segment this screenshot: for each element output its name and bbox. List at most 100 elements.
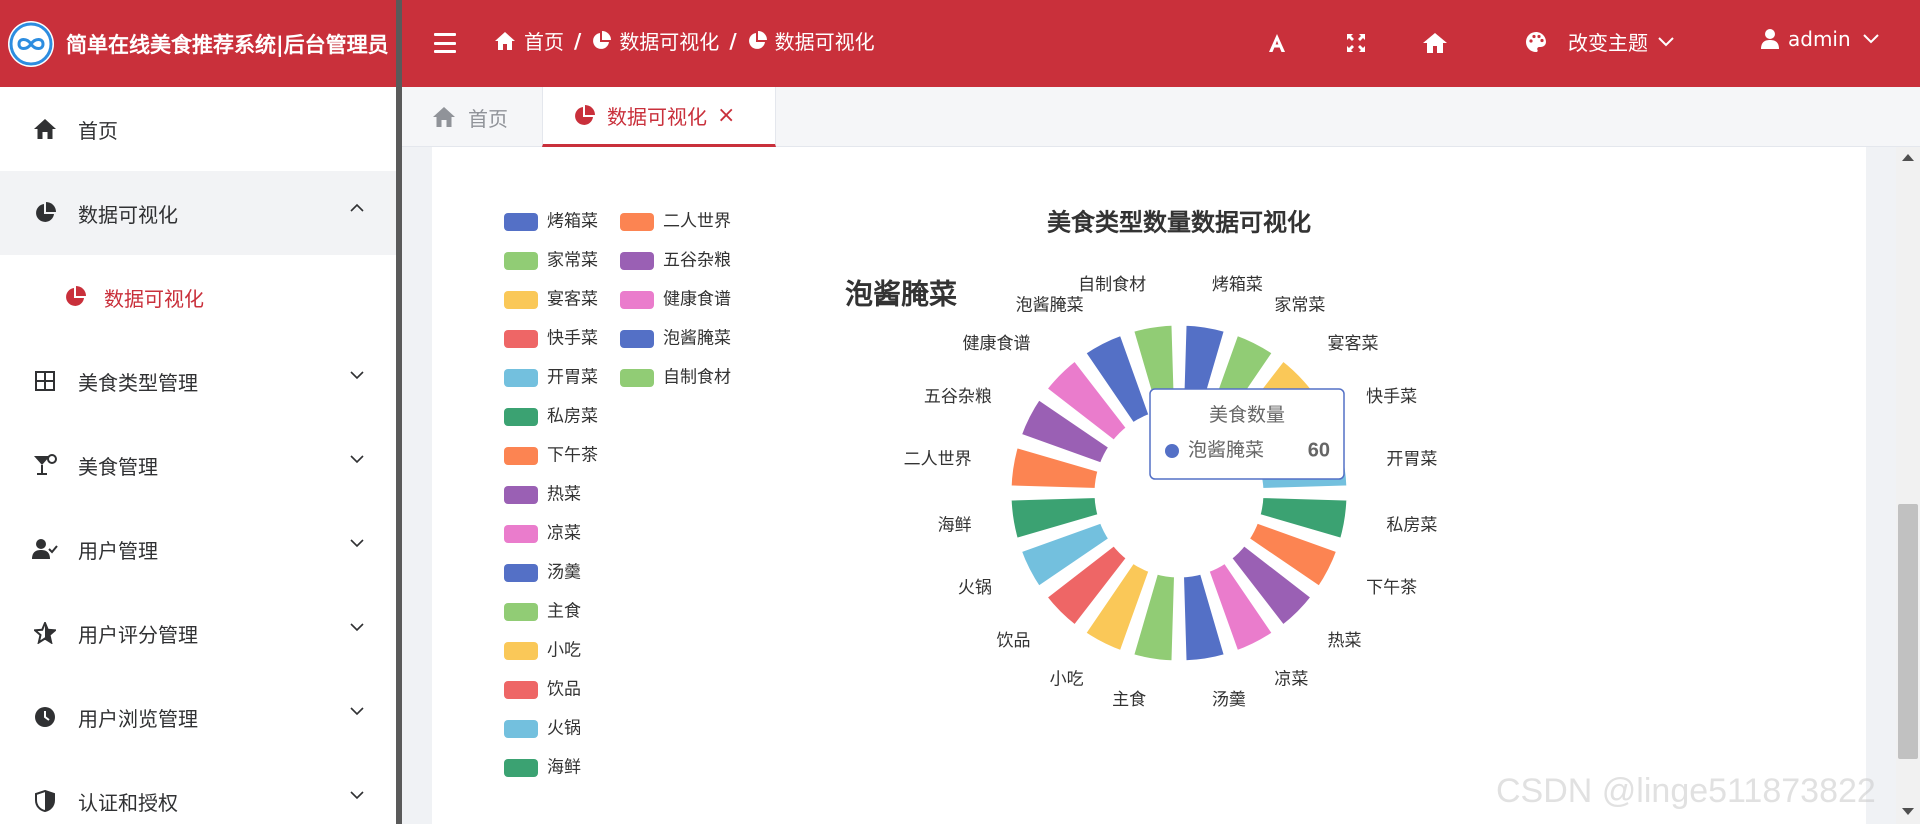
pie-chart-icon: [62, 286, 88, 308]
chevron-up-icon: [350, 203, 364, 212]
sector-label: 主食: [1112, 690, 1146, 709]
legend-swatch[interactable]: [504, 369, 538, 387]
scroll-up-arrow-icon[interactable]: [1902, 154, 1914, 161]
sidebar-item-user-management[interactable]: 用户管理: [0, 507, 396, 591]
sector-label: 二人世界: [904, 450, 972, 469]
close-icon[interactable]: ×: [717, 103, 735, 128]
sidebar-item-food-management[interactable]: 美食管理: [0, 423, 396, 507]
chevron-down-icon: [350, 371, 364, 380]
legend-swatch[interactable]: [620, 213, 654, 231]
legend-item: 自制食材: [663, 367, 731, 386]
legend-item: 五谷杂粮: [663, 250, 731, 269]
logo-icon: [8, 20, 54, 67]
sector-label: 私房菜: [1386, 515, 1437, 534]
legend-item: 泡酱腌菜: [663, 328, 731, 347]
fullscreen-icon[interactable]: [1341, 28, 1371, 58]
sector-label: 凉菜: [1274, 670, 1308, 689]
legend-swatch[interactable]: [620, 369, 654, 387]
legend-swatch[interactable]: [620, 291, 654, 309]
legend-swatch[interactable]: [504, 603, 538, 621]
sector-label: 下午茶: [1366, 578, 1417, 597]
sector-label: 泡酱腌菜: [1016, 295, 1084, 314]
watermark: CSDN @linge511873822: [1496, 772, 1876, 810]
legend-swatch[interactable]: [504, 759, 538, 777]
sidebar-subitem-data-visualization[interactable]: 数据可视化: [0, 255, 396, 339]
sidebar-item-home[interactable]: 首页: [0, 87, 396, 171]
sector-label: 自制食材: [1078, 275, 1146, 294]
scrollbar-thumb[interactable]: [1898, 504, 1918, 759]
sidebar: 首页 数据可视化 数据可视化 美食类型管理 美食管理 用户管理 用户评分管理 用…: [0, 87, 396, 824]
chevron-down-icon: [350, 623, 364, 632]
pie-chart-icon: [748, 30, 767, 49]
sidebar-subitem-label: 数据可视化: [104, 286, 204, 311]
sidebar-item-auth[interactable]: 认证和授权: [0, 759, 396, 824]
sector-label: 开胃菜: [1386, 450, 1437, 469]
clock-icon: [32, 706, 58, 728]
legend-swatch[interactable]: [504, 525, 538, 543]
legend-swatch[interactable]: [504, 564, 538, 582]
chevron-down-icon: [1658, 36, 1674, 46]
sector-label: 宴客菜: [1327, 334, 1378, 353]
tab-home[interactable]: 首页: [402, 87, 542, 147]
chevron-down-icon: [1862, 34, 1879, 44]
legend-item: 海鲜: [547, 757, 581, 776]
legend-swatch[interactable]: [504, 408, 538, 426]
brand-divider: [396, 0, 402, 87]
sidebar-item-label: 用户浏览管理: [78, 706, 198, 731]
cocktail-icon: [32, 454, 58, 476]
legend-swatch[interactable]: [504, 330, 538, 348]
sector-label: 饮品: [997, 631, 1031, 650]
change-theme-dropdown[interactable]: 改变主题: [1524, 27, 1674, 56]
chevron-down-icon: [350, 707, 364, 716]
tooltip-box: [1149, 388, 1345, 480]
breadcrumb-current: 数据可视化: [747, 26, 875, 55]
sidebar-item-food-type-management[interactable]: 美食类型管理: [0, 339, 396, 423]
legend-swatch[interactable]: [504, 486, 538, 504]
sidebar-item-user-rating-management[interactable]: 用户评分管理: [0, 591, 396, 675]
brand[interactable]: 简单在线美食推荐系统|后台管理员: [0, 0, 398, 87]
tooltip-name: 泡酱腌菜: [1188, 439, 1264, 461]
tooltip-value: 60: [1308, 439, 1330, 461]
tab-data-visualization[interactable]: 数据可视化 ×: [542, 87, 776, 147]
tooltip-marker: [1165, 444, 1179, 458]
breadcrumb-visualization[interactable]: 数据可视化: [591, 26, 719, 55]
breadcrumb-home[interactable]: 首页: [494, 26, 564, 55]
menu-toggle-icon[interactable]: [432, 30, 458, 56]
legend-item: 主食: [547, 601, 581, 620]
pie-chart-icon: [32, 202, 58, 224]
legend-item: 开胃菜: [547, 367, 598, 386]
legend-item: 火锅: [547, 718, 581, 737]
chevron-down-icon: [350, 455, 364, 464]
theme-label: 改变主题: [1568, 31, 1648, 55]
legend-item: 二人世界: [663, 211, 731, 230]
tooltip-title: 美食数量: [1209, 404, 1285, 426]
legend-swatch[interactable]: [504, 291, 538, 309]
legend-swatch[interactable]: [504, 213, 538, 231]
sidebar-item-label: 用户评分管理: [78, 622, 198, 647]
home-icon[interactable]: [1420, 28, 1450, 58]
breadcrumb-separator: /: [729, 28, 737, 53]
legend-swatch[interactable]: [504, 252, 538, 270]
sidebar-item-label: 数据可视化: [78, 202, 178, 227]
chart-panel: 美食类型数量数据可视化 烤箱菜 家常菜 宴客菜 快手菜 开胃菜 私房菜 下午茶 热菜 凉菜 汤羹 主食…: [432, 147, 1866, 824]
sidebar-item-data-visualization[interactable]: 数据可视化: [0, 171, 396, 255]
content-area: 美食类型数量数据可视化 烤箱菜 家常菜 宴客菜 快手菜 开胃菜 私房菜 下午茶 热菜 凉菜 汤羹 主食…: [402, 147, 1920, 824]
sidebar-item-user-browse-management[interactable]: 用户浏览管理: [0, 675, 396, 759]
font-size-icon[interactable]: [1262, 28, 1292, 58]
legend-swatch[interactable]: [620, 330, 654, 348]
legend-swatch[interactable]: [504, 447, 538, 465]
legend-swatch[interactable]: [504, 642, 538, 660]
legend-swatch[interactable]: [504, 681, 538, 699]
breadcrumb-separator: /: [574, 28, 582, 53]
chevron-down-icon: [350, 539, 364, 548]
sector-label: 热菜: [1327, 631, 1361, 650]
legend-swatch[interactable]: [620, 252, 654, 270]
legend-item: 私房菜: [547, 406, 598, 425]
sector-label: 海鲜: [938, 515, 972, 534]
brand-title: 简单在线美食推荐系统|后台管理员: [66, 32, 389, 57]
sector-label: 五谷杂粮: [924, 387, 992, 406]
scroll-down-arrow-icon[interactable]: [1902, 808, 1914, 815]
user-dropdown[interactable]: admin: [1760, 27, 1879, 51]
palette-icon: [1526, 31, 1546, 52]
legend-swatch[interactable]: [504, 720, 538, 738]
